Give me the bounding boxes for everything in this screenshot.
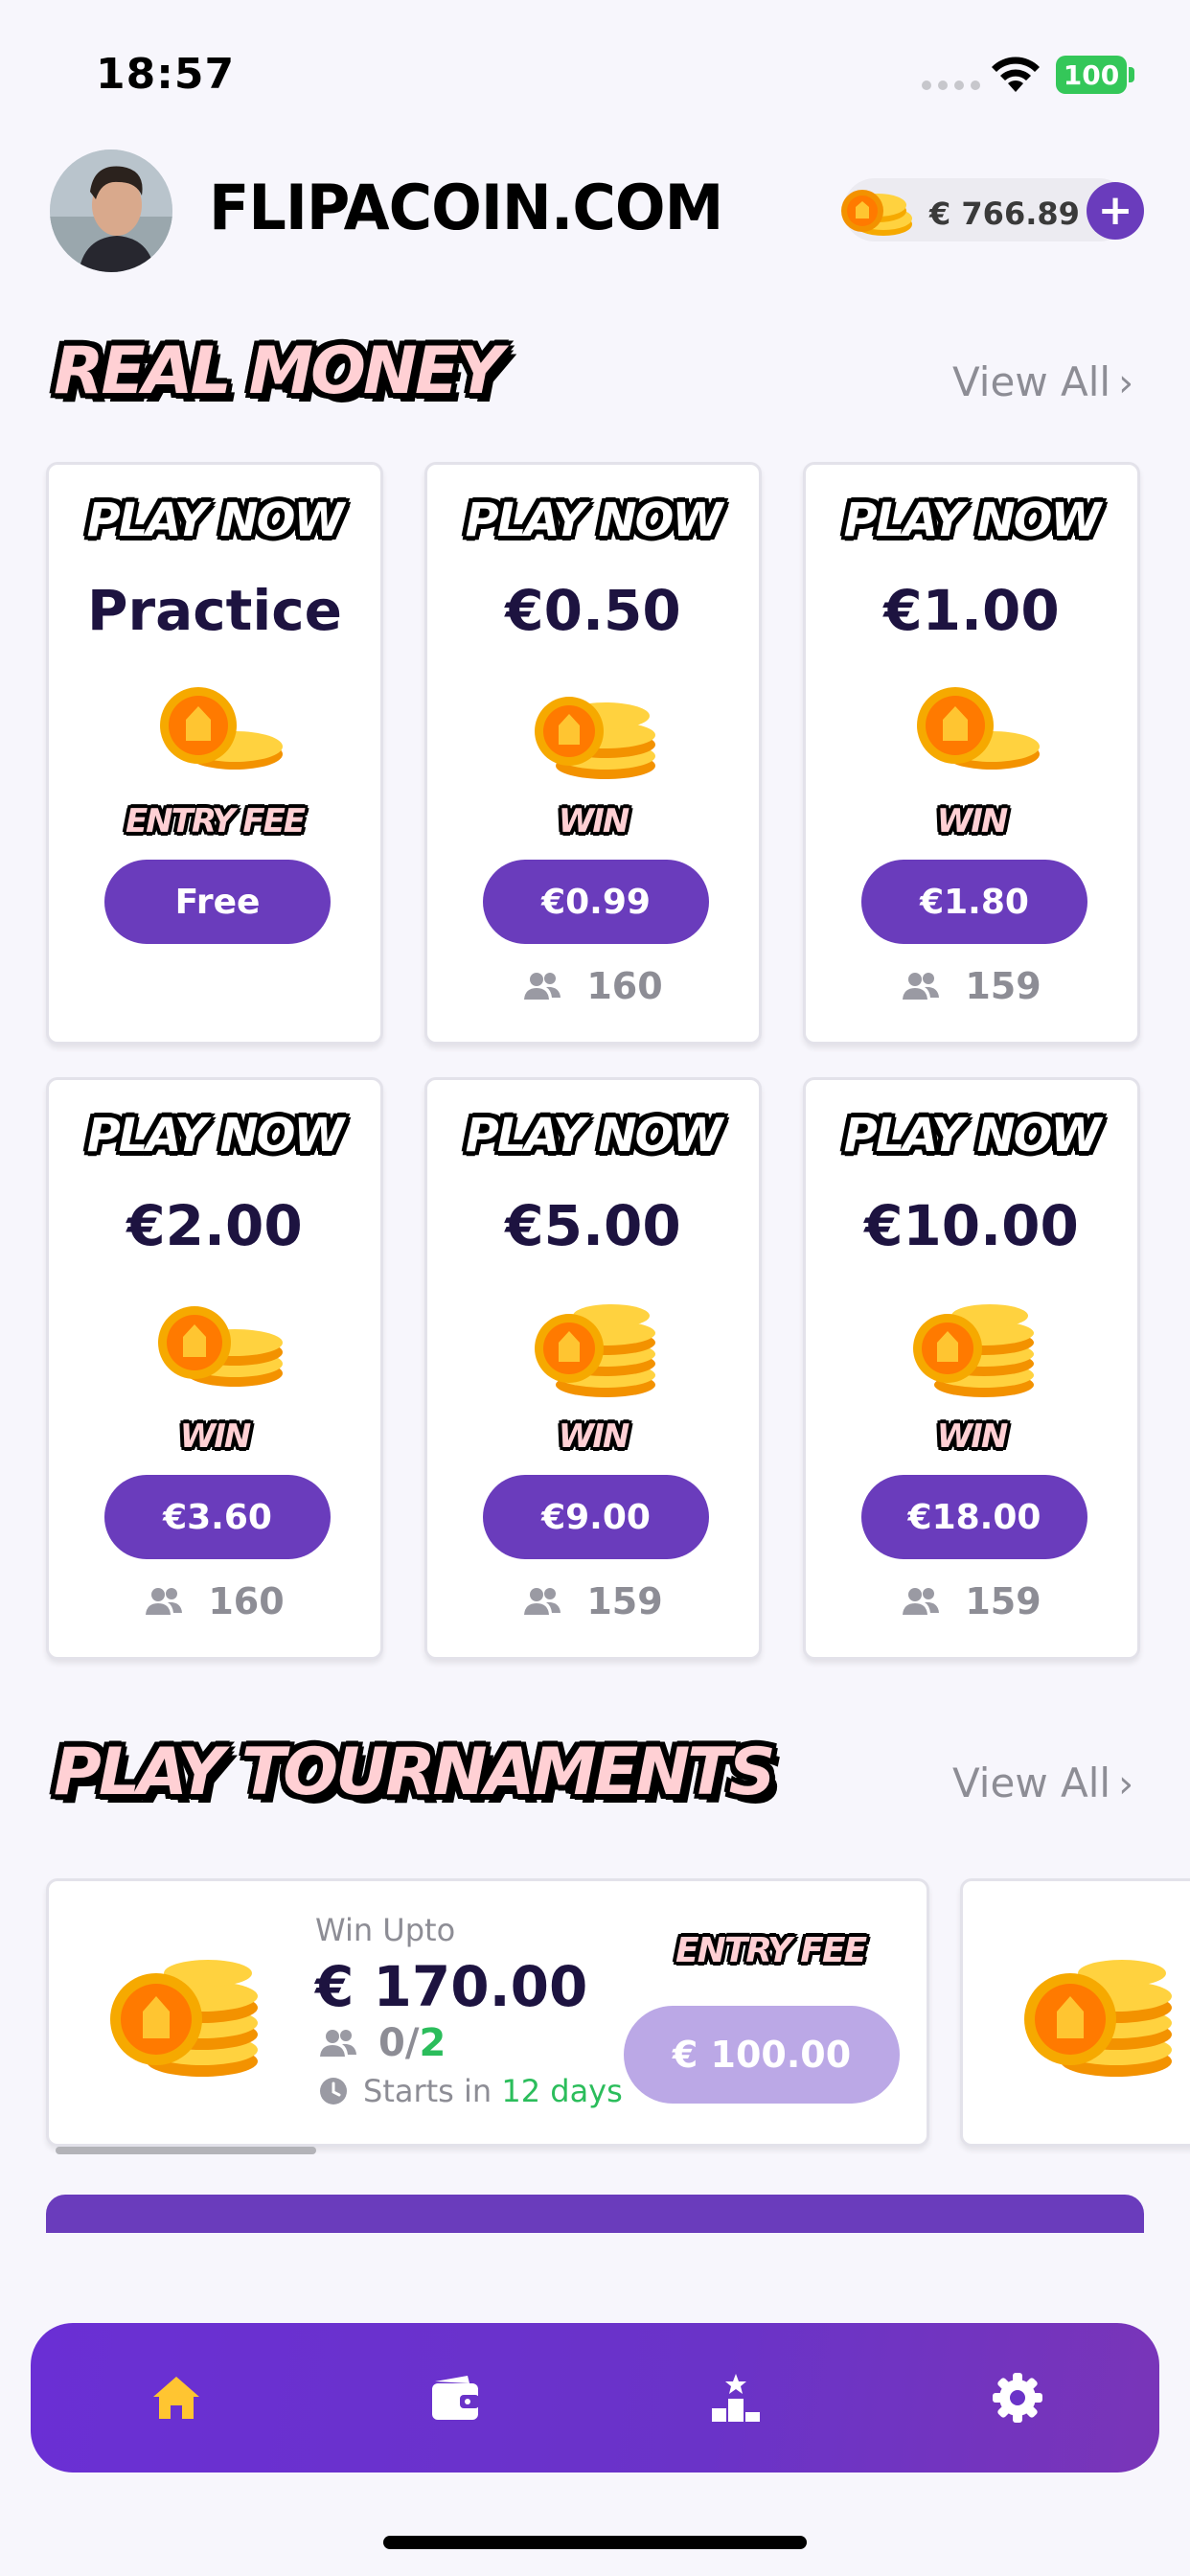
starts-value: 12 days xyxy=(501,2073,623,2109)
wifi-icon xyxy=(992,57,1040,92)
players-count: 159 xyxy=(427,1580,759,1622)
game-card[interactable]: PLAY NOW €10.00 WIN €18.00 159 xyxy=(803,1077,1140,1660)
wallet-balance: € 766.89 xyxy=(929,196,1080,232)
users-icon xyxy=(524,1588,561,1615)
coins-icon xyxy=(535,1304,655,1397)
users-icon xyxy=(524,973,561,1000)
players-current: 0/ xyxy=(378,2021,420,2065)
players-count-value: 159 xyxy=(586,1580,663,1622)
wallet-icon xyxy=(432,2376,479,2420)
players-count-value: 159 xyxy=(965,1580,1041,1622)
tournament-card[interactable]: Win Upto € 170.00 0/2 Starts in 12 days … xyxy=(46,1878,929,2147)
players-count: 160 xyxy=(427,965,759,1007)
chevron-right-icon: › xyxy=(1118,361,1134,405)
starts-prefix: Starts in xyxy=(363,2073,492,2109)
players-count: 160 xyxy=(49,1580,380,1622)
battery-tip xyxy=(1129,67,1134,82)
play-now-label: PLAY NOW xyxy=(86,494,345,547)
game-price: €0.50 xyxy=(505,578,681,643)
game-price: €5.00 xyxy=(505,1193,681,1258)
play-now-label: PLAY NOW xyxy=(465,494,723,547)
entry-fee-label: ENTRY FEE xyxy=(675,1931,867,1970)
win-amount-button[interactable]: €9.00 xyxy=(483,1475,709,1559)
section-title-real-money: REAL MONEY xyxy=(54,334,504,409)
players-count-value: 159 xyxy=(965,965,1041,1007)
users-icon xyxy=(903,1588,940,1615)
nav-leaderboard[interactable] xyxy=(703,2365,768,2430)
view-all-real-money-link[interactable]: View All › xyxy=(952,358,1133,405)
game-card[interactable]: PLAY NOW Practice ENTRY FEE Free xyxy=(46,462,383,1045)
game-card[interactable]: PLAY NOW €0.50 WIN €0.99 160 xyxy=(424,462,762,1045)
status-bar: 18:57 100 xyxy=(0,0,1190,144)
tournament-entry-button[interactable]: € 100.00 xyxy=(624,2006,900,2104)
players-max: 2 xyxy=(419,2021,446,2065)
coins-icon xyxy=(110,1960,258,2077)
game-price: €2.00 xyxy=(126,1193,303,1258)
settings-icon xyxy=(993,2373,1042,2423)
coins-icon xyxy=(1024,1960,1172,2077)
play-free-button[interactable]: Free xyxy=(104,860,331,944)
players-count: 159 xyxy=(806,1580,1137,1622)
coin-stack-icon xyxy=(841,190,912,236)
coins-icon xyxy=(158,1306,283,1387)
chevron-right-icon: › xyxy=(1118,1762,1134,1806)
game-card[interactable]: PLAY NOW €2.00 WIN €3.60 160 xyxy=(46,1077,383,1660)
horizontal-scrollbar[interactable] xyxy=(56,2147,316,2154)
win-amount-button[interactable]: €0.99 xyxy=(483,860,709,944)
signal-icon xyxy=(922,80,980,90)
users-icon xyxy=(903,973,940,1000)
add-funds-button[interactable]: + xyxy=(1087,182,1144,240)
players-count-value: 160 xyxy=(586,965,663,1007)
coins-icon xyxy=(160,687,283,770)
coins-icon xyxy=(535,697,655,779)
leaderboard-icon xyxy=(712,2374,760,2422)
game-price: €1.00 xyxy=(883,578,1060,643)
tournament-card[interactable] xyxy=(960,1878,1190,2147)
home-indicator[interactable] xyxy=(383,2536,807,2549)
avatar-image xyxy=(50,150,172,272)
game-card[interactable]: PLAY NOW €1.00 WIN €1.80 159 xyxy=(803,462,1140,1045)
win-amount-button[interactable]: €18.00 xyxy=(861,1475,1087,1559)
nav-settings[interactable] xyxy=(985,2365,1050,2430)
coins-icon xyxy=(913,1304,1034,1397)
bottom-nav xyxy=(31,2323,1159,2472)
view-all-label: View All xyxy=(952,1760,1111,1806)
win-amount-button[interactable]: €1.80 xyxy=(861,860,1087,944)
brand-logo: FLIPACOIN.COM xyxy=(209,171,723,244)
play-now-label: PLAY NOW xyxy=(843,494,1102,547)
clock-icon xyxy=(320,2078,347,2104)
play-now-label: PLAY NOW xyxy=(843,1109,1102,1162)
battery-icon: 100 xyxy=(1056,56,1127,94)
players-count: 159 xyxy=(806,965,1137,1007)
players-count-value: 160 xyxy=(208,1580,285,1622)
coins-icon xyxy=(917,687,1040,770)
home-icon xyxy=(153,2377,199,2419)
tournament-start-time: Starts in 12 days xyxy=(319,2073,623,2109)
view-all-tournaments-link[interactable]: View All › xyxy=(952,1760,1133,1806)
game-price: Practice xyxy=(87,578,342,643)
nav-wallet[interactable] xyxy=(423,2365,489,2430)
win-label: WIN xyxy=(936,802,1009,840)
users-icon xyxy=(320,2030,356,2057)
win-upto-label: Win Upto xyxy=(315,1912,456,1948)
entry-fee-label: ENTRY FEE xyxy=(125,802,306,840)
game-card[interactable]: PLAY NOW €5.00 WIN €9.00 159 xyxy=(424,1077,762,1660)
view-all-label: View All xyxy=(952,358,1111,405)
section-title-tournaments: PLAY TOURNAMENTS xyxy=(54,1735,776,1810)
win-amount-button[interactable]: €3.60 xyxy=(104,1475,331,1559)
avatar[interactable] xyxy=(50,150,172,272)
win-label: WIN xyxy=(558,1417,630,1456)
game-price: €10.00 xyxy=(864,1193,1079,1258)
nav-home[interactable] xyxy=(144,2365,209,2430)
users-icon xyxy=(146,1588,183,1615)
win-label: WIN xyxy=(936,1417,1009,1456)
status-time: 18:57 xyxy=(96,50,236,99)
tournament-players: 0/2 xyxy=(319,2021,446,2065)
play-now-label: PLAY NOW xyxy=(465,1109,723,1162)
tournament-prize: € 170.00 xyxy=(315,1954,588,2019)
play-now-label: PLAY NOW xyxy=(86,1109,345,1162)
promo-banner[interactable] xyxy=(46,2195,1144,2233)
win-label: WIN xyxy=(558,802,630,840)
win-label: WIN xyxy=(179,1417,252,1456)
